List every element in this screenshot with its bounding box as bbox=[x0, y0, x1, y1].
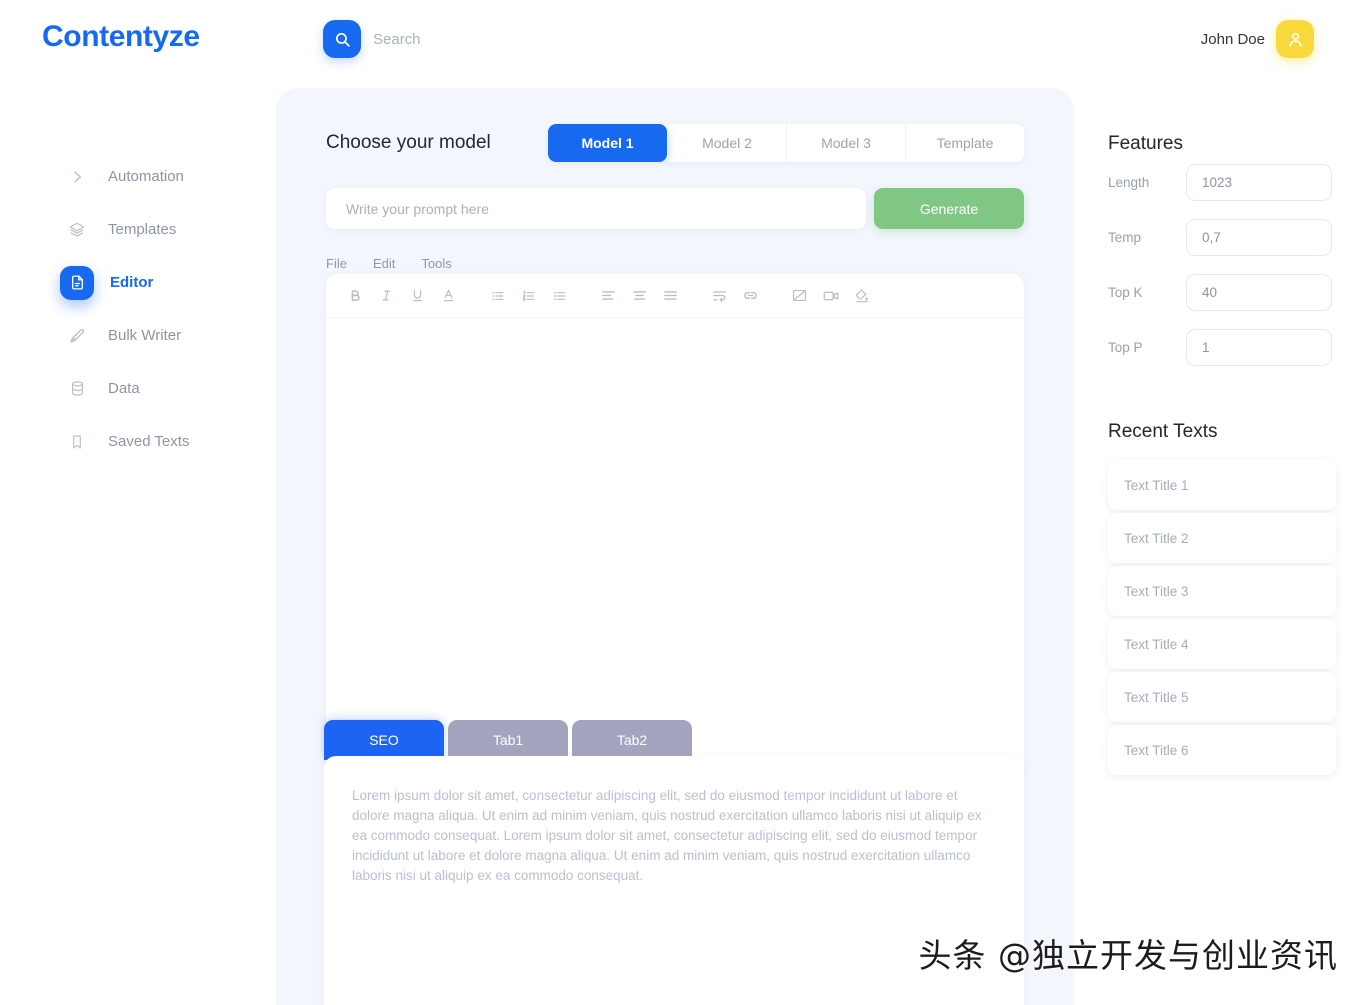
feature-row-length: Length bbox=[1108, 164, 1332, 201]
top-k-input[interactable] bbox=[1186, 274, 1332, 311]
prompt-row: Generate bbox=[326, 188, 1024, 229]
list-item[interactable]: Text Title 4 bbox=[1108, 619, 1336, 669]
features-title: Features bbox=[1108, 133, 1183, 154]
tab-seo[interactable]: SEO bbox=[324, 720, 444, 760]
tab-template[interactable]: Template bbox=[905, 124, 1024, 162]
list-item[interactable]: Text Title 5 bbox=[1108, 672, 1336, 722]
menu-edit[interactable]: Edit bbox=[373, 256, 395, 271]
app-root: Contentyze John Doe Automation bbox=[0, 0, 1366, 1005]
tab-tab2[interactable]: Tab2 bbox=[572, 720, 692, 760]
fill-color-icon[interactable] bbox=[846, 281, 877, 311]
temp-input[interactable] bbox=[1186, 219, 1332, 256]
sidebar-item-label: Editor bbox=[110, 274, 154, 291]
chevron-right-icon bbox=[66, 166, 88, 188]
layers-icon bbox=[66, 219, 88, 241]
top-p-input[interactable] bbox=[1186, 329, 1332, 366]
model-tabs: Model 1 Model 2 Model 3 Template bbox=[548, 124, 1024, 162]
align-left-icon[interactable] bbox=[593, 281, 624, 311]
sidebar-item-label: Saved Texts bbox=[108, 433, 190, 450]
feature-row-top-k: Top K bbox=[1108, 274, 1332, 311]
feature-row-temp: Temp bbox=[1108, 219, 1332, 256]
underline-icon[interactable] bbox=[402, 281, 433, 311]
sidebar-item-editor[interactable]: Editor bbox=[0, 256, 276, 309]
prompt-input[interactable] bbox=[326, 188, 866, 229]
text-color-icon[interactable] bbox=[433, 281, 464, 311]
user-menu[interactable]: John Doe bbox=[1201, 20, 1314, 58]
pen-tool-icon bbox=[66, 325, 88, 347]
sidebar-item-templates[interactable]: Templates bbox=[0, 203, 276, 256]
menu-tools[interactable]: Tools bbox=[421, 256, 451, 271]
insert-image-icon[interactable] bbox=[784, 281, 815, 311]
insert-video-icon[interactable] bbox=[815, 281, 846, 311]
sidebar-item-automation[interactable]: Automation bbox=[0, 150, 276, 203]
tab-model-3[interactable]: Model 3 bbox=[786, 124, 905, 162]
italic-icon[interactable] bbox=[371, 281, 402, 311]
main-panel: Choose your model Model 1 Model 2 Model … bbox=[276, 88, 1074, 1005]
tab-model-2[interactable]: Model 2 bbox=[667, 124, 786, 162]
link-icon[interactable] bbox=[735, 281, 766, 311]
list-item[interactable]: Text Title 6 bbox=[1108, 725, 1336, 775]
menu-file[interactable]: File bbox=[326, 256, 347, 271]
feature-label: Top P bbox=[1108, 340, 1143, 355]
align-justify-icon[interactable] bbox=[655, 281, 686, 311]
length-input[interactable] bbox=[1186, 164, 1332, 201]
sidebar-item-label: Data bbox=[108, 380, 140, 397]
editor-menubar: File Edit Tools bbox=[326, 256, 452, 271]
align-center-icon[interactable] bbox=[624, 281, 655, 311]
tab-tab1[interactable]: Tab1 bbox=[448, 720, 568, 760]
bold-icon[interactable] bbox=[340, 281, 371, 311]
checklist-icon[interactable] bbox=[544, 281, 575, 311]
search-icon[interactable] bbox=[323, 20, 361, 58]
feature-row-top-p: Top P bbox=[1108, 329, 1332, 366]
user-avatar-icon[interactable] bbox=[1276, 20, 1314, 58]
watermark: 头条 @独立开发与创业资讯 bbox=[918, 936, 1338, 975]
app-logo: Contentyze bbox=[42, 20, 200, 53]
generate-button[interactable]: Generate bbox=[874, 188, 1024, 229]
list-item[interactable]: Text Title 2 bbox=[1108, 513, 1336, 563]
list-item[interactable]: Text Title 1 bbox=[1108, 460, 1336, 510]
editor-toolbar bbox=[326, 274, 1024, 318]
sidebar: Automation Templates Editor Bulk Writer … bbox=[0, 150, 276, 468]
numbered-list-icon[interactable] bbox=[513, 281, 544, 311]
feature-label: Top K bbox=[1108, 285, 1143, 300]
seo-panel-text: Lorem ipsum dolor sit amet, consectetur … bbox=[352, 788, 982, 883]
feature-label: Length bbox=[1108, 175, 1150, 190]
sidebar-item-label: Automation bbox=[108, 168, 184, 185]
tab-model-1[interactable]: Model 1 bbox=[548, 124, 667, 162]
right-panel: Features Length Temp Top K Top P Recent … bbox=[1074, 88, 1366, 1005]
bulleted-list-icon[interactable] bbox=[482, 281, 513, 311]
page-title: Choose your model bbox=[326, 132, 491, 153]
sidebar-item-label: Bulk Writer bbox=[108, 327, 182, 344]
database-icon bbox=[66, 378, 88, 400]
sidebar-item-data[interactable]: Data bbox=[0, 362, 276, 415]
sidebar-item-bulk-writer[interactable]: Bulk Writer bbox=[0, 309, 276, 362]
list-item[interactable]: Text Title 3 bbox=[1108, 566, 1336, 616]
user-name: John Doe bbox=[1200, 30, 1265, 48]
recent-texts-title: Recent Texts bbox=[1108, 421, 1218, 442]
search-bar[interactable] bbox=[323, 20, 553, 58]
bookmark-icon bbox=[66, 431, 88, 453]
search-input[interactable] bbox=[373, 30, 553, 48]
editor-card bbox=[326, 274, 1024, 774]
model-selection-row: Choose your model Model 1 Model 2 Model … bbox=[326, 124, 1024, 162]
bottom-tabs: SEO Tab1 Tab2 bbox=[324, 720, 692, 760]
editor-content-area[interactable] bbox=[326, 318, 1024, 773]
feature-label: Temp bbox=[1108, 230, 1142, 245]
wrap-text-icon[interactable] bbox=[704, 281, 735, 311]
document-edit-icon bbox=[60, 265, 94, 300]
sidebar-item-saved-texts[interactable]: Saved Texts bbox=[0, 415, 276, 468]
sidebar-item-label: Templates bbox=[108, 221, 177, 238]
